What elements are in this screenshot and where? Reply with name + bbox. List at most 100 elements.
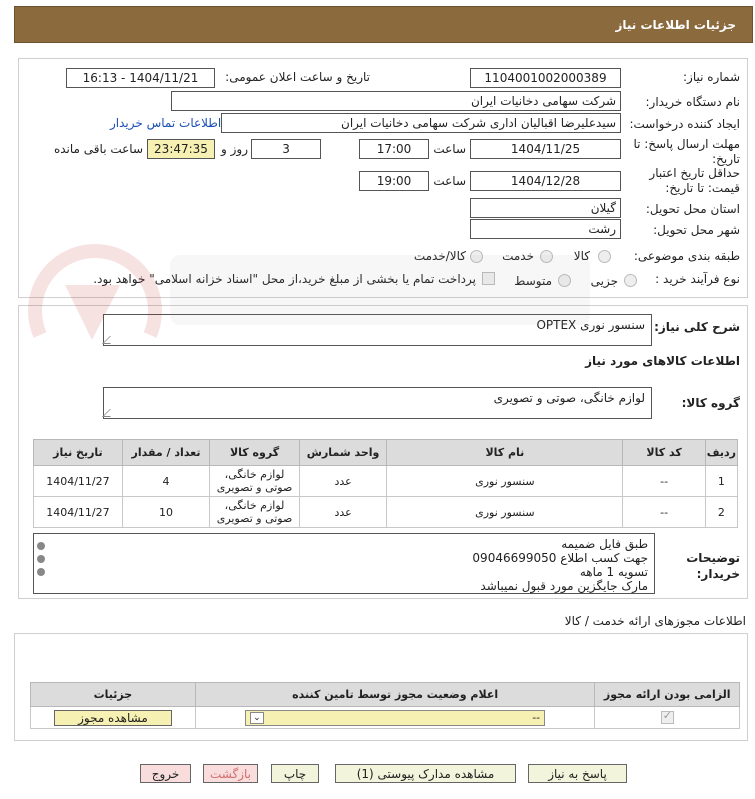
permit-required-checkbox: ✓ — [660, 709, 674, 725]
goods-table: ردیف کد کالا نام کالا واحد شمارش گروه کا… — [33, 439, 739, 528]
cell-unit: عدد — [298, 496, 388, 528]
validity-time-label: ساعت — [433, 174, 466, 188]
deadline-time-field: 17:00 — [359, 139, 429, 159]
buyer-notes-line: جهت کسب اطلاع 09046699050 — [472, 551, 648, 565]
cell-row: 2 — [704, 496, 739, 528]
cell-permit-required: ✓ — [594, 706, 740, 729]
view-permit-button[interactable]: مشاهده مجوز — [53, 709, 172, 726]
days-field: 3 — [251, 139, 321, 159]
print-button[interactable]: چاپ — [271, 764, 319, 783]
col-permit-required: الزامی بودن ارائه مجوز — [594, 682, 740, 707]
goods-info-title: اطلاعات کالاهای مورد نیاز — [585, 354, 740, 368]
process-option-medium: متوسط — [514, 274, 552, 288]
buyer-notes-label-line2: خریدار: — [696, 567, 740, 581]
category-option-goods-service: کالا/خدمت — [413, 249, 466, 263]
cell-date: 1404/11/27 — [33, 465, 123, 497]
back-button[interactable]: بازگشت — [203, 764, 258, 783]
process-radio-minor[interactable] — [624, 274, 637, 287]
buyer-notes-line: طبق فایل ضمیمه — [561, 537, 648, 551]
col-unit: واحد شمارش — [298, 439, 388, 466]
buyer-notes-label-line1: توضیحات — [686, 551, 740, 565]
cell-group: لوازم خانگی، صوتی و تصویری — [209, 465, 300, 497]
cell-code: -- — [622, 496, 706, 528]
cell-group-line1: لوازم خانگی، — [224, 499, 285, 512]
goods-group-box: لوازم خانگی، صوتی و تصویری — [102, 387, 652, 419]
cell-name: سنسور نوری — [386, 465, 624, 497]
col-qty: تعداد / مقدار — [121, 439, 211, 466]
cell-group: لوازم خانگی، صوتی و تصویری — [209, 496, 300, 528]
table-row: 2 -- سنسور نوری عدد لوازم خانگی، صوتی و … — [33, 496, 739, 528]
creator-field: سیدعلیرضا اقبالیان اداری شرکت سهامی دخان… — [221, 113, 621, 133]
col-permit-status: اعلام وضعیت مجوز توسط تامین کننده — [194, 682, 596, 707]
buyer-notes-label: توضیحات خریدار: — [655, 550, 740, 582]
goods-group-label: گروه کالا: — [681, 396, 740, 410]
cell-qty: 4 — [121, 465, 211, 497]
deadline-time-label: ساعت — [433, 142, 466, 156]
validity-date-field: 1404/12/28 — [470, 171, 621, 191]
announce-field: 1404/11/21 - 16:13 — [66, 68, 215, 88]
process-label: نوع فرآیند خرید : — [655, 272, 740, 286]
category-label: طبقه بندی موضوعی: — [633, 249, 740, 263]
need-description-box: سنسور نوری OPTEX — [102, 314, 652, 346]
goods-group-text: لوازم خانگی، صوتی و تصویری — [493, 391, 645, 405]
province-field: گیلان — [470, 198, 621, 218]
cell-date: 1404/11/27 — [33, 496, 123, 528]
category-radio-service[interactable] — [540, 250, 553, 263]
need-number-field: 1104001002000389 — [470, 68, 621, 88]
deadline-label: مهلت ارسال پاسخ: تا تاریخ: — [630, 137, 740, 167]
cell-code: -- — [622, 465, 706, 497]
announce-label: تاریخ و ساعت اعلان عمومی: — [225, 70, 370, 84]
permit-status-select[interactable]: -- ⌄ — [245, 709, 546, 726]
page-header: جزئیات اطلاعات نیاز — [14, 6, 753, 43]
cell-group-line2: صوتی و تصویری — [216, 481, 293, 494]
process-radio-medium[interactable] — [558, 274, 571, 287]
need-description-label: شرح کلی نیاز: — [654, 320, 740, 334]
category-radio-goods-service[interactable] — [470, 250, 483, 263]
buyer-label: نام دستگاه خریدار: — [645, 95, 741, 109]
need-number-label: شماره نیاز: — [683, 70, 740, 84]
cell-permit-status: -- ⌄ — [194, 706, 596, 729]
deadline-label-line1: مهلت ارسال پاسخ: تا — [633, 137, 740, 151]
cell-name: سنسور نوری — [386, 496, 624, 528]
cell-unit: عدد — [298, 465, 388, 497]
remaining-time-field: 23:47:35 — [147, 139, 215, 159]
cell-row: 1 — [704, 465, 739, 497]
category-radio-goods[interactable] — [598, 250, 611, 263]
city-label: شهر محل تحویل: — [653, 223, 740, 237]
buyer-notes-box: طبق فایل ضمیمه جهت کسب اطلاع 09046699050… — [33, 533, 655, 594]
province-label: استان محل تحویل: — [645, 202, 740, 216]
exit-button[interactable]: خروج — [140, 764, 191, 783]
col-permit-details: جزئیات — [30, 682, 196, 707]
buyer-notes-line: مارک جایگزین مورد قبول نمیباشد — [480, 579, 648, 593]
permits-title: اطلاعات مجوزهای ارائه خدمت / کالا — [564, 614, 746, 628]
goods-table-header: ردیف کد کالا نام کالا واحد شمارش گروه کا… — [33, 439, 739, 466]
validity-label-line1: حداقل تاریخ اعتبار — [649, 166, 740, 180]
reply-button[interactable]: پاسخ به نیاز — [528, 764, 627, 783]
city-field: رشت — [470, 219, 621, 239]
category-option-goods: کالا — [573, 249, 590, 263]
contact-buyer-link[interactable]: اطلاعات تماس خریدار — [110, 116, 221, 130]
table-row: 1 -- سنسور نوری عدد لوازم خانگی، صوتی و … — [33, 465, 739, 497]
days-label: روز و — [221, 142, 248, 156]
notes-scrollbar[interactable] — [36, 540, 46, 580]
permits-table-header: الزامی بودن ارائه مجوز اعلام وضعیت مجوز … — [30, 682, 740, 707]
cell-permit-details: مشاهده مجوز — [30, 706, 196, 729]
col-code: کد کالا — [622, 439, 706, 466]
permits-table: الزامی بودن ارائه مجوز اعلام وضعیت مجوز … — [30, 682, 740, 729]
page-title: جزئیات اطلاعات نیاز — [615, 17, 736, 32]
col-row: ردیف — [704, 439, 739, 466]
attachments-button[interactable]: مشاهده مدارک پیوستی (1) — [335, 764, 516, 783]
buyer-field: شرکت سهامی دخانیات ایران — [171, 91, 621, 111]
category-option-service: خدمت — [502, 249, 534, 263]
validity-label: حداقل تاریخ اعتبار قیمت: تا تاریخ: — [630, 166, 740, 196]
col-group: گروه کالا — [209, 439, 300, 466]
need-description-text: سنسور نوری OPTEX — [536, 318, 645, 332]
validity-label-line2: قیمت: تا تاریخ: — [665, 181, 740, 195]
deadline-label-line2: تاریخ: — [712, 152, 740, 166]
cell-group-line1: لوازم خانگی، — [224, 468, 285, 481]
cell-qty: 10 — [121, 496, 211, 528]
validity-time-field: 19:00 — [359, 171, 429, 191]
deadline-date-field: 1404/11/25 — [470, 139, 621, 159]
payment-checkbox[interactable] — [482, 272, 495, 285]
buyer-notes-line: تسویه 1 ماهه — [579, 565, 648, 579]
